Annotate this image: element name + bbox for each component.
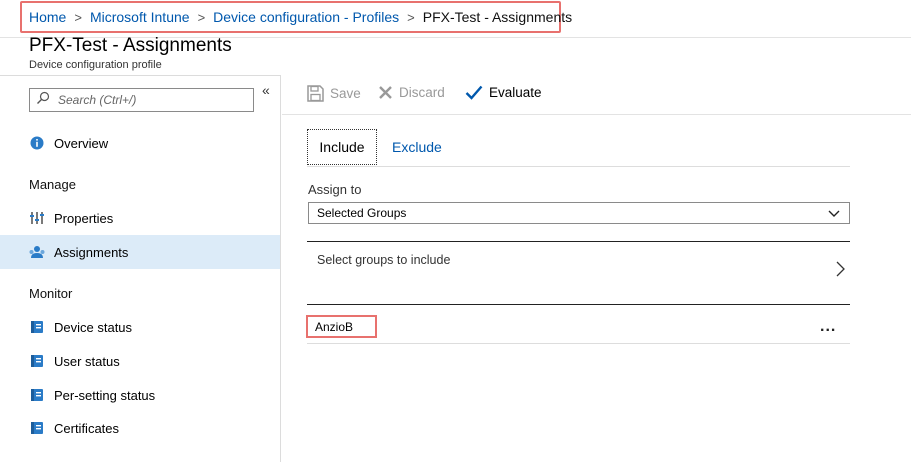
save-button[interactable]: Save	[307, 85, 361, 102]
sidebar-search[interactable]	[29, 88, 254, 112]
sidebar-item-label: Device status	[54, 319, 133, 335]
breadcrumb: Home > Microsoft Intune > Device configu…	[20, 1, 572, 33]
groups-row-bottom-border	[307, 304, 850, 305]
tab-include[interactable]: Include	[307, 129, 377, 165]
info-icon	[29, 135, 45, 151]
search-icon	[36, 91, 50, 110]
breadcrumb-intune-link[interactable]: Microsoft Intune	[90, 9, 190, 25]
breadcrumb-separator: >	[407, 9, 415, 25]
sidebar-item-label: Per-setting status	[54, 387, 156, 403]
save-label: Save	[330, 86, 361, 101]
breadcrumb-home-link[interactable]: Home	[29, 9, 66, 25]
tab-divider	[307, 166, 850, 167]
properties-icon	[29, 210, 45, 226]
sidebar-item-overview[interactable]: Overview	[0, 126, 280, 160]
chevron-down-icon	[828, 207, 840, 221]
page-title: PFX-Test - Assignments	[29, 35, 232, 56]
discard-button[interactable]: Discard	[378, 85, 445, 100]
search-input[interactable]	[56, 92, 240, 108]
select-groups-link[interactable]: Select groups to include	[317, 253, 450, 267]
breadcrumb-current: PFX-Test - Assignments	[422, 9, 573, 25]
discard-label: Discard	[399, 85, 445, 100]
assign-to-dropdown[interactable]: Selected Groups	[308, 202, 850, 224]
section-header-manage: Manage	[29, 177, 76, 192]
certificate-icon	[29, 420, 45, 436]
sidebar-item-properties[interactable]: Properties	[0, 201, 280, 235]
assign-to-label: Assign to	[308, 182, 362, 197]
more-options-button[interactable]: ...	[820, 318, 836, 336]
sidebar-item-user-status[interactable]: User status	[0, 344, 280, 378]
status-report-icon	[29, 387, 45, 403]
assign-to-selected-value: Selected Groups	[317, 206, 407, 220]
assignments-icon	[29, 244, 45, 260]
collapse-sidebar-button[interactable]: «	[262, 82, 270, 98]
evaluate-button[interactable]: Evaluate	[465, 85, 542, 100]
sidebar-item-device-status[interactable]: Device status	[0, 310, 280, 344]
sidebar-item-label: Certificates	[54, 420, 120, 436]
tab-exclude[interactable]: Exclude	[392, 139, 442, 155]
sidebar-item-assignments[interactable]: Assignments	[0, 235, 280, 269]
breadcrumb-profiles-link[interactable]: Device configuration - Profiles	[213, 9, 399, 25]
sidebar-item-certificates[interactable]: Certificates	[0, 411, 280, 445]
sidebar-item-per-setting-status[interactable]: Per-setting status	[0, 378, 280, 412]
status-report-icon	[29, 353, 45, 369]
group-name: AnzioB	[306, 315, 377, 338]
close-icon	[378, 85, 393, 100]
sidebar-item-label: Assignments	[54, 244, 129, 260]
sidebar-item-label: User status	[54, 353, 120, 369]
sidebar-item-label: Overview	[54, 135, 109, 151]
section-header-monitor: Monitor	[29, 286, 73, 301]
evaluate-label: Evaluate	[489, 85, 542, 100]
breadcrumb-separator: >	[74, 9, 82, 25]
checkmark-icon	[465, 85, 483, 100]
groups-row-top-border	[307, 241, 850, 242]
save-icon	[307, 85, 324, 102]
command-toolbar: Save Discard Evaluate	[282, 76, 911, 115]
page-subtitle: Device configuration profile	[29, 59, 162, 71]
status-report-icon	[29, 319, 45, 335]
sidebar-item-label: Properties	[54, 210, 114, 226]
breadcrumb-separator: >	[197, 9, 206, 25]
chevron-right-icon[interactable]	[836, 261, 845, 282]
group-row-divider	[307, 343, 850, 344]
